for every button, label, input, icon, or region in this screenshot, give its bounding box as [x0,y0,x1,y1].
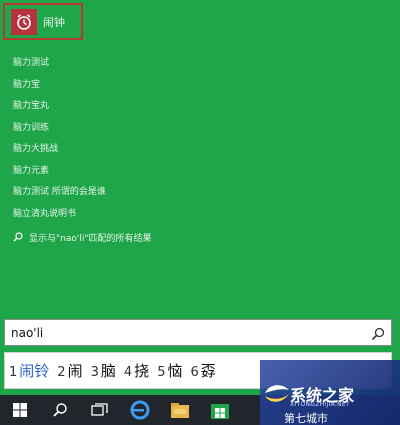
search-box[interactable] [4,319,392,346]
task-view-icon[interactable] [80,395,120,425]
ime-candidate[interactable]: 6孬 [190,360,215,381]
web-search-all-results[interactable]: 显示与"nao'li"匹配的所有结果 [13,229,393,251]
store-icon[interactable] [200,395,240,425]
search-results-panel: 闹钟 脑力测试 脑力宝 脑力宝丸 脑力训练 脑力大挑战 脑力元素 脑力测试 所谓… [0,0,400,395]
search-input[interactable] [5,320,357,345]
suggestion-item[interactable]: 脑力训练 [13,122,393,144]
ime-candidate[interactable]: 3脑 [91,360,116,381]
top-result-alarms-app[interactable]: 闹钟 [3,3,83,40]
watermark-subtitle: 第七城市 [284,412,328,425]
search-icon[interactable] [371,326,385,341]
suggestion-list: 脑力测试 脑力宝 脑力宝丸 脑力训练 脑力大挑战 脑力元素 脑力测试 所谓的会是… [13,57,393,251]
suggestion-item[interactable]: 脑立清丸说明书 [13,208,393,230]
suggestion-item[interactable]: 脑力宝丸 [13,100,393,122]
alarm-clock-icon [11,8,37,35]
ime-candidate[interactable]: 4挠 [124,360,149,381]
suggestion-item[interactable]: 脑力元素 [13,165,393,187]
ime-candidate[interactable]: 2闹 [57,360,82,381]
ime-candidate[interactable]: 5恼 [157,360,182,381]
suggestion-item[interactable]: 脑力大挑战 [13,143,393,165]
watermark-url: XITONGZHIJIA.NET [290,401,350,408]
search-icon [13,232,23,247]
file-explorer-icon[interactable] [160,395,200,425]
suggestion-item[interactable]: 脑力测试 [13,57,393,79]
watermark-logo-icon [265,385,289,402]
web-search-label: 显示与"nao'li"匹配的所有结果 [29,234,152,245]
edge-browser-icon[interactable] [120,395,160,425]
site-watermark: 系统之家 XITONGZHIJIA.NET 第七城市 [260,360,400,425]
suggestion-item[interactable]: 脑力宝 [13,79,393,101]
top-result-label: 闹钟 [43,15,65,29]
windows-start-icon[interactable] [0,395,40,425]
ime-candidate[interactable]: 1 闹铃 [9,360,49,381]
suggestion-item[interactable]: 脑力测试 所谓的会是谁 [13,186,393,208]
search-icon[interactable] [40,395,80,425]
